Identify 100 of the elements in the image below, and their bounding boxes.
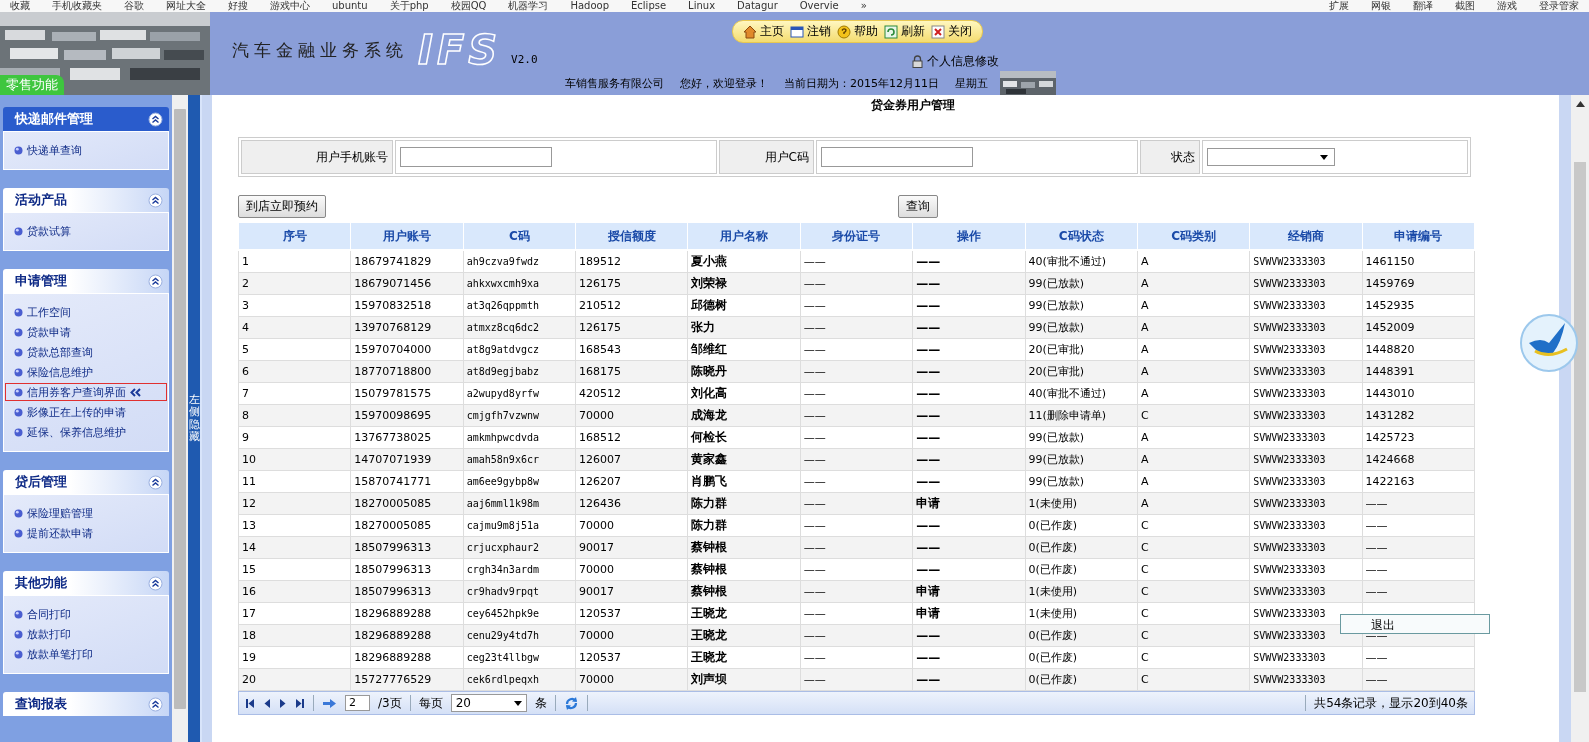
greeting-text: 您好，欢迎登录！	[680, 76, 768, 91]
company-name: 车销售服务有限公司	[565, 76, 664, 91]
bookmark-link[interactable]: 收藏	[10, 0, 30, 12]
toolbar-link[interactable]: 关闭	[931, 23, 972, 40]
action-cell: 申请	[912, 602, 1025, 625]
menu-item[interactable]: 快递单查询	[5, 141, 167, 159]
menu-item[interactable]: 提前还款申请	[5, 524, 167, 542]
table-cell: 8	[238, 404, 351, 427]
table-cell: 11	[238, 470, 351, 493]
browser-tool[interactable]: 翻译	[1413, 0, 1433, 12]
menu-item[interactable]: 合同打印	[5, 605, 167, 623]
bookmark-link[interactable]: Overvie	[799, 0, 839, 12]
table-cell: A	[1137, 338, 1250, 361]
table-cell: SVWVW2333303	[1249, 250, 1363, 273]
browser-tool[interactable]: 网银	[1371, 0, 1391, 12]
bookmark-link[interactable]: Hadoop	[570, 0, 609, 12]
menu-item[interactable]: 放款单笔打印	[5, 645, 167, 663]
bookmark-link[interactable]: 手机收藏夹	[52, 0, 102, 12]
table-cell: 7	[238, 382, 351, 405]
toolbar-link[interactable]: 主页	[743, 23, 784, 40]
section-header[interactable]: 贷后管理	[3, 470, 169, 494]
table-cell: 陈力群	[687, 514, 801, 537]
logout-menu-item[interactable]: 退出	[1340, 614, 1490, 634]
table-cell: ——	[800, 294, 913, 317]
menu-item[interactable]: 保险理赔管理	[5, 504, 167, 522]
table-cell: C	[1137, 558, 1250, 581]
menu-item[interactable]: 保险信息维护	[5, 363, 167, 381]
table-cell: 168512	[575, 426, 688, 449]
bookmark-link[interactable]: Eclipse	[631, 0, 667, 12]
table-cell: 1452935	[1362, 294, 1475, 317]
bookmark-link[interactable]: »	[860, 0, 867, 12]
table-cell: C	[1137, 602, 1250, 625]
field-label: 用户手机账号	[241, 140, 393, 174]
collapse-strip[interactable]: 左侧隐藏	[188, 95, 202, 742]
action-cell: ——	[912, 558, 1025, 581]
table-cell: 15079781575	[350, 382, 464, 405]
browser-tool[interactable]: 游戏	[1497, 0, 1517, 12]
table-cell: 16	[238, 580, 351, 603]
menu-item[interactable]: 信用券客户查询界面	[5, 383, 167, 401]
table-cell: ceg23t4llbgw	[463, 646, 576, 669]
query-button[interactable]: 查询	[898, 195, 938, 218]
page-count: /3页	[378, 694, 402, 712]
browser-tool[interactable]: 截图	[1455, 0, 1475, 12]
bookmark-link[interactable]: 校园QQ	[450, 0, 487, 12]
table-cell: ——	[1362, 646, 1475, 669]
table-cell: crgh34n3ardm	[463, 558, 576, 581]
table-cell: 15870741771	[350, 470, 464, 493]
action-cell: ——	[912, 470, 1025, 493]
table-cell: 0(已作废)	[1025, 646, 1138, 669]
menu-item[interactable]: 贷款总部查询	[5, 343, 167, 361]
browser-tool[interactable]: 登录管家	[1539, 0, 1579, 12]
table-cell: 3	[238, 294, 351, 317]
action-cell: ——	[912, 338, 1025, 361]
table-cell: 210512	[575, 294, 688, 317]
menu-item[interactable]: 工作空间	[5, 303, 167, 321]
table-cell: 6	[238, 360, 351, 383]
table-cell: 0(已作废)	[1025, 514, 1138, 537]
table-cell: ——	[800, 558, 913, 581]
toolbar-link[interactable]: 注销	[790, 23, 831, 40]
table-cell: A	[1137, 382, 1250, 405]
section-header[interactable]: 活动产品	[3, 188, 169, 212]
menu-item[interactable]: 影像正在上传的申请	[5, 403, 167, 421]
field-label: 用户C码	[719, 140, 814, 174]
toolbar-link[interactable]: 帮助	[837, 23, 878, 40]
per-page-dropdown[interactable]: 20	[450, 694, 527, 712]
section-header[interactable]: 申请管理	[3, 269, 169, 293]
record-summary: 共54条记录，显示20到40条	[1314, 694, 1468, 712]
table-cell: a2wupyd8yrfw	[463, 382, 576, 405]
bookmark-link[interactable]: Linux	[688, 0, 716, 12]
table-cell: 1(未使用)	[1025, 602, 1138, 625]
bookmark-link[interactable]: 网址大全	[166, 0, 206, 12]
bookmark-link[interactable]: 游戏中心	[270, 0, 310, 12]
bookmark-link[interactable]: ubuntu	[332, 0, 368, 12]
menu-item[interactable]: 延保、保养信息维护	[5, 423, 167, 441]
table-cell: 18	[238, 624, 351, 647]
bookmark-link[interactable]: 关于php	[389, 0, 429, 12]
section-header[interactable]: 快递邮件管理	[3, 107, 169, 131]
reserve-button[interactable]: 到店立即预约	[238, 195, 326, 218]
section-header[interactable]: 查询报表	[3, 692, 169, 716]
toolbar-link[interactable]: 刷新	[884, 23, 925, 40]
menu-item[interactable]: 放款打印	[5, 625, 167, 643]
table-cell: 15	[238, 558, 351, 581]
table-cell: 18270005085	[350, 514, 464, 537]
table-cell: 99(已放款)	[1025, 426, 1138, 449]
bookmark-link[interactable]: Datagur	[737, 0, 778, 12]
menu-item[interactable]: 贷款试算	[5, 222, 167, 240]
menu-item[interactable]: 贷款申请	[5, 323, 167, 341]
page-input[interactable]: 2	[345, 695, 370, 711]
bookmark-link[interactable]: 好搜	[228, 0, 248, 12]
unit-label: 条	[534, 694, 547, 712]
browser-tool[interactable]: 扩展	[1329, 0, 1349, 12]
date-text: 当前日期为：2015年12月11日	[784, 76, 939, 91]
section-title: 贷后管理	[15, 473, 67, 491]
table-cell: SVWVW2333303	[1249, 470, 1363, 493]
table-cell: 蔡钟根	[687, 558, 801, 581]
profile-link[interactable]: 个人信息修改	[912, 53, 999, 70]
section-header[interactable]: 其他功能	[3, 571, 169, 595]
bookmark-link[interactable]: 谷歌	[124, 0, 144, 12]
action-cell: ——	[912, 382, 1025, 405]
bookmark-link[interactable]: 机器学习	[508, 0, 549, 12]
